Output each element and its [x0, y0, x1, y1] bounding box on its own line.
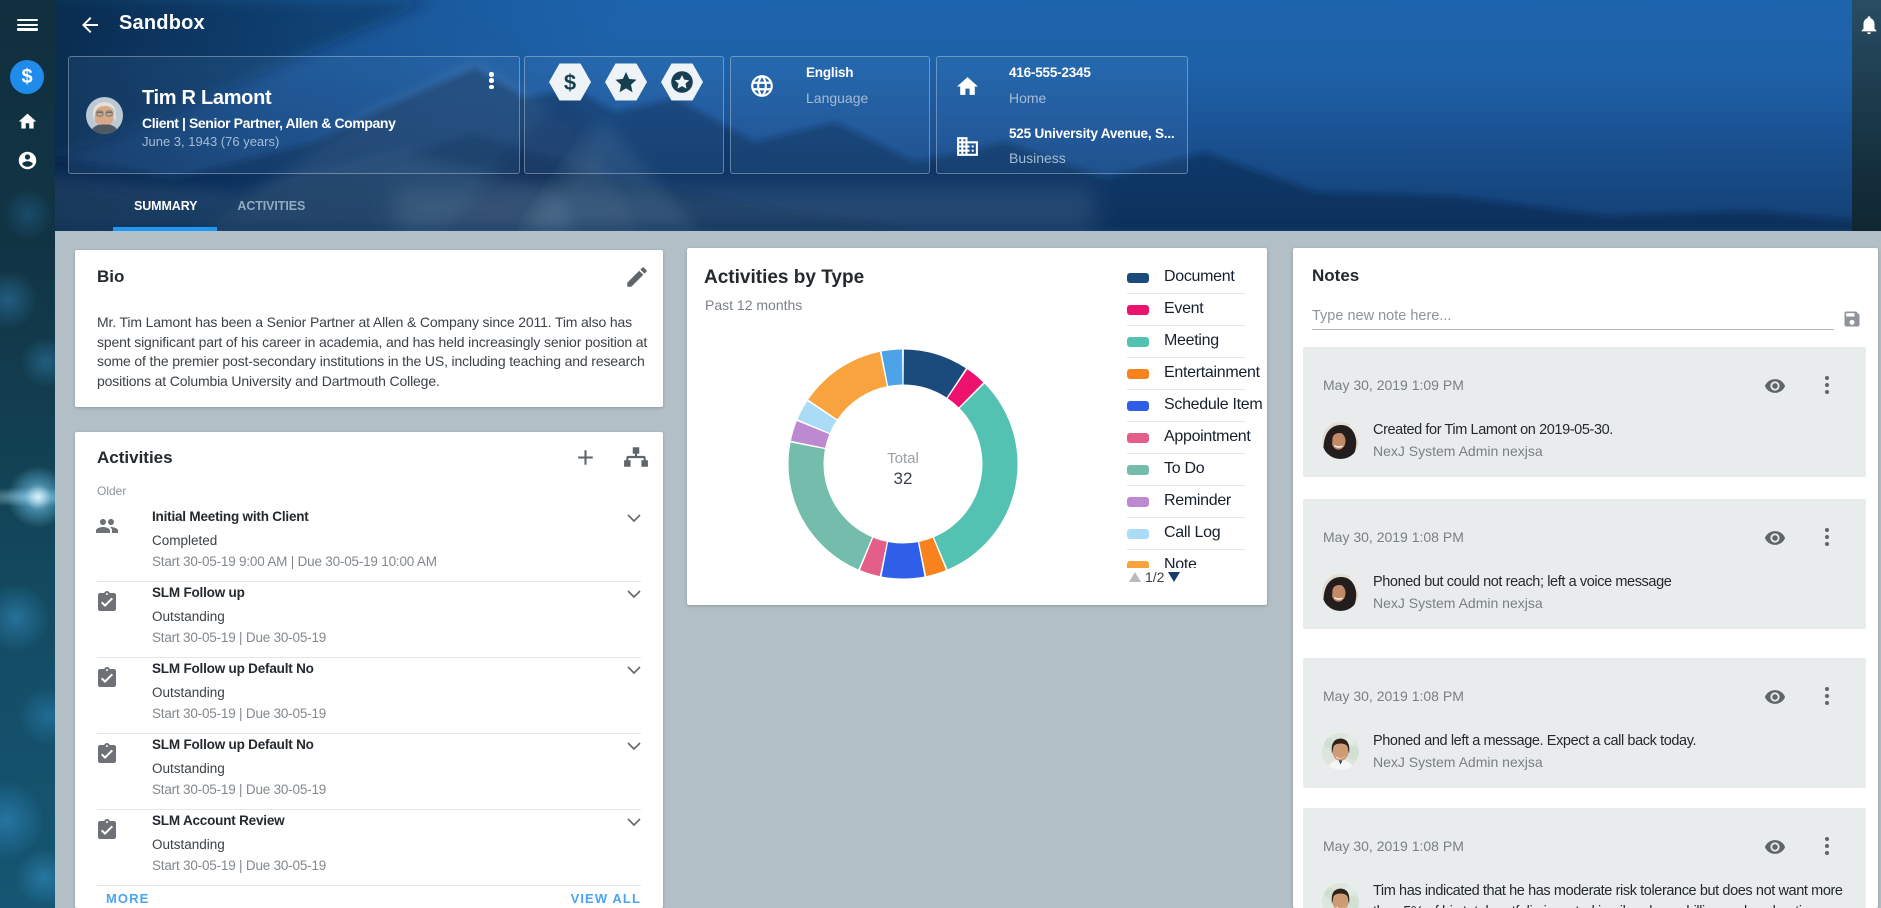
svg-text:$: $	[564, 70, 576, 95]
